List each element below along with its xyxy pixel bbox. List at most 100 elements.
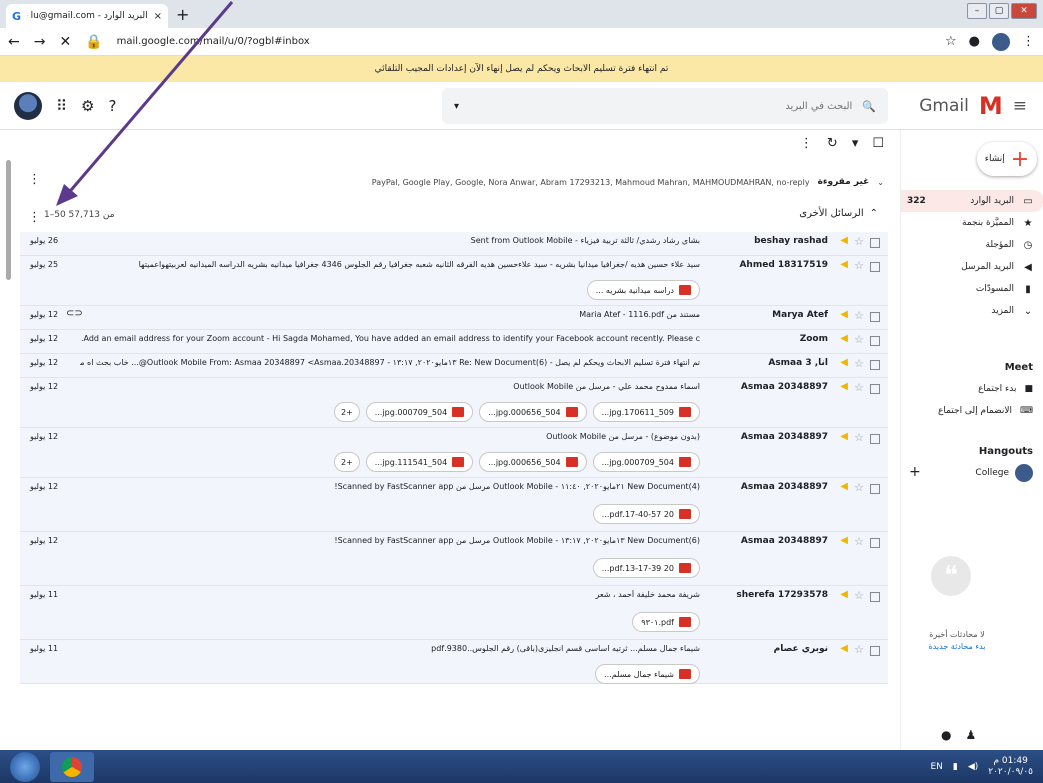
sidebar-item-drafts[interactable]: ▮ المسودّات — [901, 278, 1043, 300]
star-icon[interactable]: ☆ — [854, 535, 864, 548]
important-marker-icon[interactable]: ◀ — [840, 589, 848, 600]
important-marker-icon[interactable]: ◀ — [840, 535, 848, 546]
settings-gear-icon[interactable]: ⚙ — [81, 97, 94, 115]
contacts-icon[interactable]: ♟ — [965, 728, 976, 742]
attachment-chip[interactable]: 504_000709.jpg... — [592, 452, 700, 472]
table-row[interactable]: ☆ ◀ Asmaa 20348897 New Document(6) ١٣ماي… — [20, 532, 888, 586]
star-icon[interactable]: ☆ — [854, 333, 864, 346]
row-checkbox[interactable] — [870, 538, 880, 548]
url-field[interactable]: mail.google.com/mail/u/0/?ogbl#inbox — [117, 36, 310, 47]
hangouts-user[interactable]: College — [975, 464, 1033, 482]
attachment-chip[interactable]: 504_000656.jpg... — [479, 402, 587, 422]
row-checkbox[interactable] — [870, 238, 880, 248]
window-close-button[interactable]: ✕ — [1011, 3, 1037, 19]
row-checkbox[interactable] — [870, 262, 880, 272]
volume-icon[interactable]: ◀) — [968, 762, 978, 772]
refresh-icon[interactable]: ↻ — [827, 136, 838, 151]
search-options-caret-icon[interactable]: ▾ — [454, 101, 459, 112]
clock[interactable]: 01:49 م ٢٠٢٠/٠٩/٠٥ — [988, 756, 1033, 778]
sidebar-item-snoozed[interactable]: ◷ المؤجلة — [901, 234, 1043, 256]
help-icon[interactable]: ? — [108, 97, 116, 115]
more-attachments-chip[interactable]: +2 — [333, 402, 360, 422]
maximize-button[interactable]: ▢ — [989, 3, 1009, 19]
select-caret-icon[interactable]: ▾ — [852, 136, 859, 151]
sidebar-item-more[interactable]: ⌄ المزيد — [901, 300, 1043, 322]
attachment-chip[interactable]: pdf.٩٣٠١ — [632, 612, 700, 632]
forward-icon[interactable]: → — [34, 34, 46, 50]
meet-new-button[interactable]: ■ بدء اجتماع — [978, 384, 1033, 394]
attachment-chip[interactable]: دراسه ميدانية بشريه ... — [586, 280, 700, 300]
important-marker-icon[interactable]: ◀ — [840, 431, 848, 442]
sidebar-item-sent[interactable]: ◀ البريد المرسل — [901, 256, 1043, 278]
network-icon[interactable]: ▮ — [953, 762, 958, 772]
more-options-icon[interactable]: ⋮ — [800, 136, 813, 151]
table-row[interactable]: ☆ ◀ Zoom Add an email address for your Z… — [20, 330, 888, 354]
other-messages-header[interactable]: ⌃ الرسائل الأخرى — [799, 208, 878, 219]
start-chat-link[interactable]: بدء محادثة جديدة — [907, 642, 1007, 651]
search-input[interactable] — [469, 100, 853, 112]
important-marker-icon[interactable]: ◀ — [840, 309, 848, 320]
extension-icon[interactable]: ● — [969, 34, 980, 49]
row-checkbox[interactable] — [870, 434, 880, 444]
row-checkbox[interactable] — [870, 646, 880, 656]
important-marker-icon[interactable]: ◀ — [840, 357, 848, 368]
row-checkbox[interactable] — [870, 592, 880, 602]
stop-icon[interactable]: ✕ — [59, 34, 71, 50]
table-row[interactable]: ☆ ◀ Asmaa 3 ,أنا تم انتهاء فترة تسليم ال… — [20, 354, 888, 378]
apps-grid-icon[interactable]: ⠿ — [56, 97, 67, 115]
new-tab-button[interactable]: + — [176, 5, 189, 24]
important-marker-icon[interactable]: ◀ — [840, 235, 848, 246]
more-attachments-chip[interactable]: +2 — [333, 452, 360, 472]
profile-avatar[interactable] — [992, 32, 1010, 51]
browser-tab[interactable]: G البريد الوارد - Gmail - lu@gmail.com × — [6, 4, 168, 28]
important-marker-icon[interactable]: ◀ — [840, 333, 848, 344]
main-menu-icon[interactable]: ≡ — [1013, 96, 1027, 116]
bookmark-star-icon[interactable]: ☆ — [945, 34, 957, 49]
star-icon[interactable]: ☆ — [854, 381, 864, 394]
windows-start-icon[interactable] — [10, 751, 40, 782]
important-marker-icon[interactable]: ◀ — [840, 381, 848, 392]
row-checkbox[interactable] — [870, 360, 880, 370]
select-all-checkbox[interactable]: ☐ — [872, 136, 884, 151]
table-row[interactable]: ☆ ◀ نوبري عصام شيماء جمال مسلم... ثرتيه … — [20, 640, 888, 684]
table-row[interactable]: ☆ ◀ Asmaa 20348897 (بدون موضوع) - مرسل م… — [20, 428, 888, 478]
taskbar-chrome-button[interactable] — [50, 751, 94, 782]
language-indicator[interactable]: EN — [930, 762, 942, 772]
attachment-chip[interactable]: 509_170611.jpg... — [592, 402, 700, 422]
star-icon[interactable]: ☆ — [854, 259, 864, 272]
table-row[interactable]: ☆ ◀ Marya Atef مستند من Maria Atef - 111… — [20, 306, 888, 330]
gmail-logo-icon[interactable]: M — [979, 92, 1003, 120]
important-marker-icon[interactable]: ◀ — [840, 259, 848, 270]
attachment-chip[interactable]: شيماء جمال مسلم... — [595, 664, 700, 684]
star-icon[interactable]: ☆ — [854, 431, 864, 444]
table-row[interactable]: ☆ ◀ Ahmed 18317519 سيد علاء حسين هديه /ج… — [20, 256, 888, 306]
attachment-chip[interactable]: 504_000709.jpg... — [365, 402, 474, 422]
sidebar-item-starred[interactable]: ★ المميَّزة بنجمة — [901, 212, 1043, 234]
important-marker-icon[interactable]: ◀ — [840, 481, 848, 492]
row-checkbox[interactable] — [870, 336, 880, 346]
scrollbar[interactable] — [6, 160, 11, 280]
attachment-chip[interactable]: 20 17-40-57.pdf... — [592, 504, 700, 524]
table-row[interactable]: ☆ ◀ Asmaa 20348897 New Document(4) ٢١ماي… — [20, 478, 888, 532]
table-row[interactable]: ☆ ◀ Asmaa 20348897 اسماء ممدوح محمد علي … — [20, 378, 888, 428]
star-icon[interactable]: ☆ — [854, 481, 864, 494]
attachment-chip[interactable]: 504_111541.jpg... — [365, 452, 474, 472]
star-icon[interactable]: ☆ — [854, 643, 864, 656]
browser-menu-icon[interactable]: ⋮ — [1022, 34, 1035, 49]
important-marker-icon[interactable]: ◀ — [840, 643, 848, 654]
table-row[interactable]: ☆ ◀ beshay rashad بشاي رشاد رشدي/ ثالثة … — [20, 232, 888, 256]
compose-button[interactable]: + إنشاء — [977, 142, 1037, 176]
row-checkbox[interactable] — [870, 484, 880, 494]
star-icon[interactable]: ☆ — [854, 309, 864, 322]
back-icon[interactable]: ← — [8, 34, 20, 50]
sidebar-item-inbox[interactable]: ▭ البريد الوارد 322 — [901, 190, 1043, 212]
account-avatar[interactable] — [14, 92, 42, 120]
star-icon[interactable]: ☆ — [854, 589, 864, 602]
meet-join-button[interactable]: ⌨ الانضمام إلى اجتماع — [938, 406, 1033, 416]
row-checkbox[interactable] — [870, 384, 880, 394]
unread-group-header[interactable]: ⌄ غير مقروءة PayPal, Google Play, Google… — [20, 170, 884, 194]
chat-icon[interactable]: ● — [941, 728, 951, 742]
search-icon[interactable]: 🔍 — [862, 100, 876, 113]
tab-close-button[interactable]: × — [154, 11, 162, 22]
star-icon[interactable]: ☆ — [854, 235, 864, 248]
